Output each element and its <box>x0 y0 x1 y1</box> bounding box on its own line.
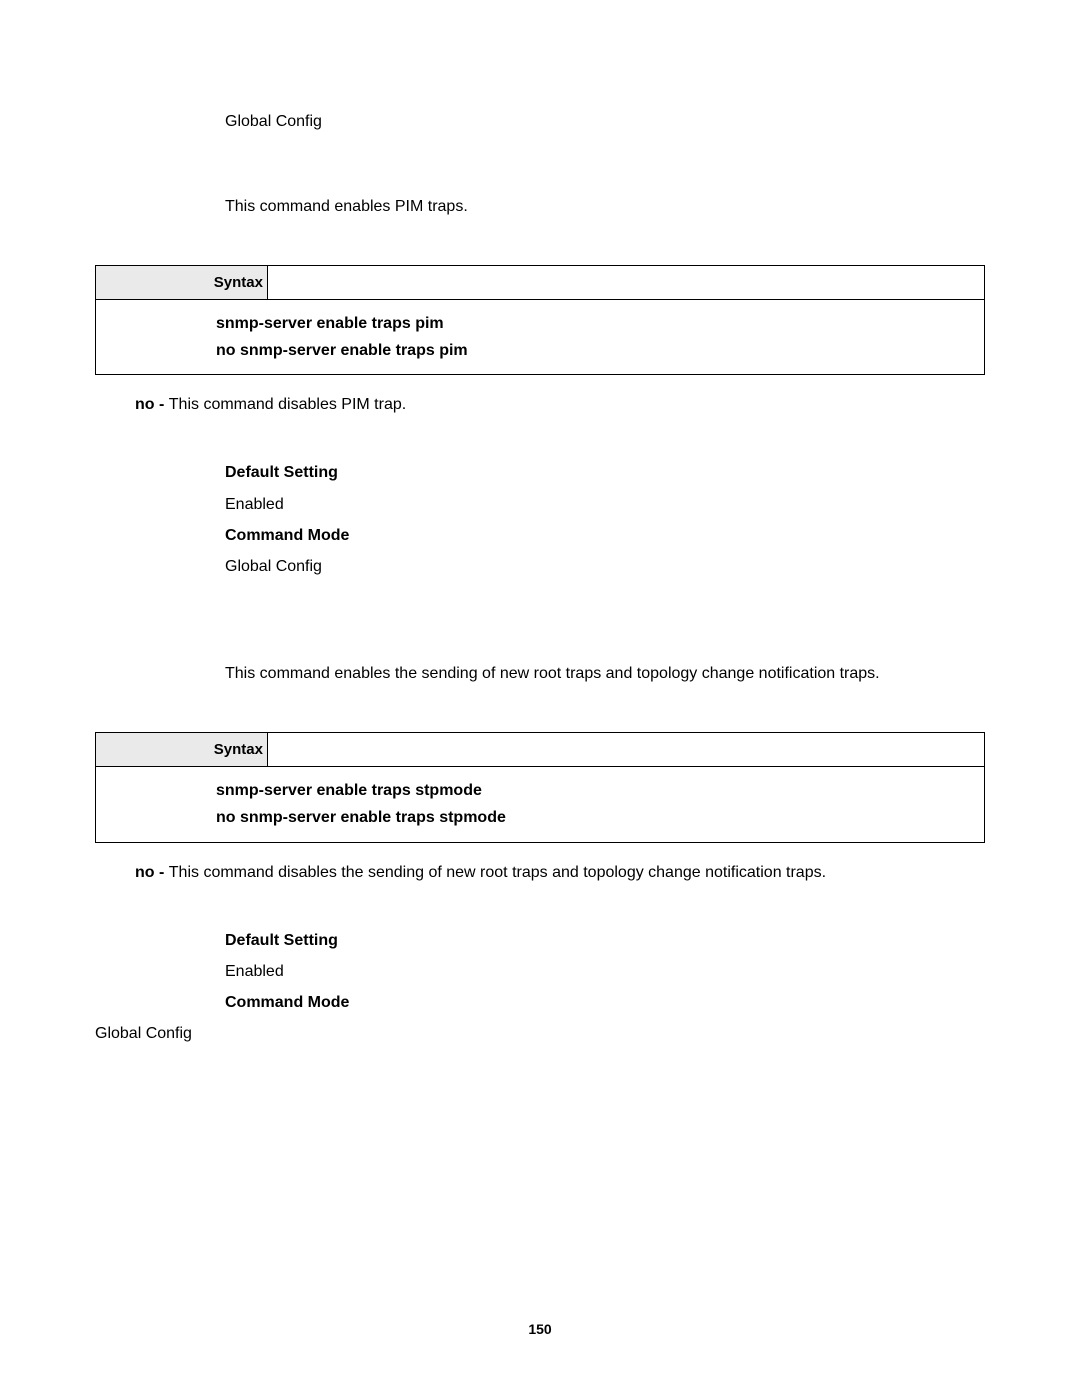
gap <box>95 140 985 195</box>
section2-mode-value: Global Config <box>225 551 985 582</box>
gap <box>95 692 985 732</box>
section3-syntax-table: Syntax snmp-server enable traps stpmode … <box>95 732 985 842</box>
section1-mode-block: Global Config <box>225 110 985 134</box>
section3-default-label: Default Setting <box>225 925 985 956</box>
syntax-header-empty <box>268 733 985 767</box>
gap <box>95 582 985 662</box>
syntax-line2: no snmp-server enable traps pim <box>216 337 984 364</box>
section2-description-block: This command enables PIM traps. <box>225 195 985 219</box>
section2-default-label: Default Setting <box>225 457 985 488</box>
syntax-label: Syntax <box>96 733 268 767</box>
section2-no-note: no - This command disables PIM trap. <box>135 393 985 417</box>
syntax-label: Syntax <box>96 266 268 300</box>
section3-spec-block: Default Setting Enabled Command Mode <box>225 925 985 1019</box>
section2-description: This command enables PIM traps. <box>225 195 985 219</box>
section3-no-note: no - This command disables the sending o… <box>135 861 985 885</box>
section2-mode-label: Command Mode <box>225 520 985 551</box>
syntax-body-cell: snmp-server enable traps pim no snmp-ser… <box>96 300 985 375</box>
section3-mode-value: Global Config <box>95 1022 985 1046</box>
syntax-body-row: snmp-server enable traps pim no snmp-ser… <box>96 300 985 375</box>
section2-syntax-table: Syntax snmp-server enable traps pim no s… <box>95 265 985 375</box>
no-prefix: no - <box>135 396 169 413</box>
section3-mode-label: Command Mode <box>225 987 985 1018</box>
syntax-header-row: Syntax <box>96 733 985 767</box>
no-prefix: no - <box>135 864 169 881</box>
section2-default-value: Enabled <box>225 489 985 520</box>
section2-spec-block: Default Setting Enabled Command Mode Glo… <box>225 457 985 582</box>
document-page: Global Config This command enables PIM t… <box>0 0 1080 1046</box>
syntax-header-row: Syntax <box>96 266 985 300</box>
syntax-line2: no snmp-server enable traps stpmode <box>216 804 984 831</box>
syntax-header-empty <box>268 266 985 300</box>
section3-description: This command enables the sending of new … <box>225 662 985 686</box>
section1-mode-value: Global Config <box>225 110 985 134</box>
syntax-line1: snmp-server enable traps stpmode <box>216 777 984 804</box>
section3-description-block: This command enables the sending of new … <box>225 662 985 686</box>
syntax-body-cell: snmp-server enable traps stpmode no snmp… <box>96 767 985 842</box>
syntax-line1: snmp-server enable traps pim <box>216 310 984 337</box>
no-text: This command disables the sending of new… <box>169 864 826 881</box>
no-text: This command disables PIM trap. <box>169 396 406 413</box>
section3-default-value: Enabled <box>225 956 985 987</box>
gap <box>95 225 985 265</box>
page-number: 150 <box>0 1321 1080 1337</box>
syntax-body-row: snmp-server enable traps stpmode no snmp… <box>96 767 985 842</box>
